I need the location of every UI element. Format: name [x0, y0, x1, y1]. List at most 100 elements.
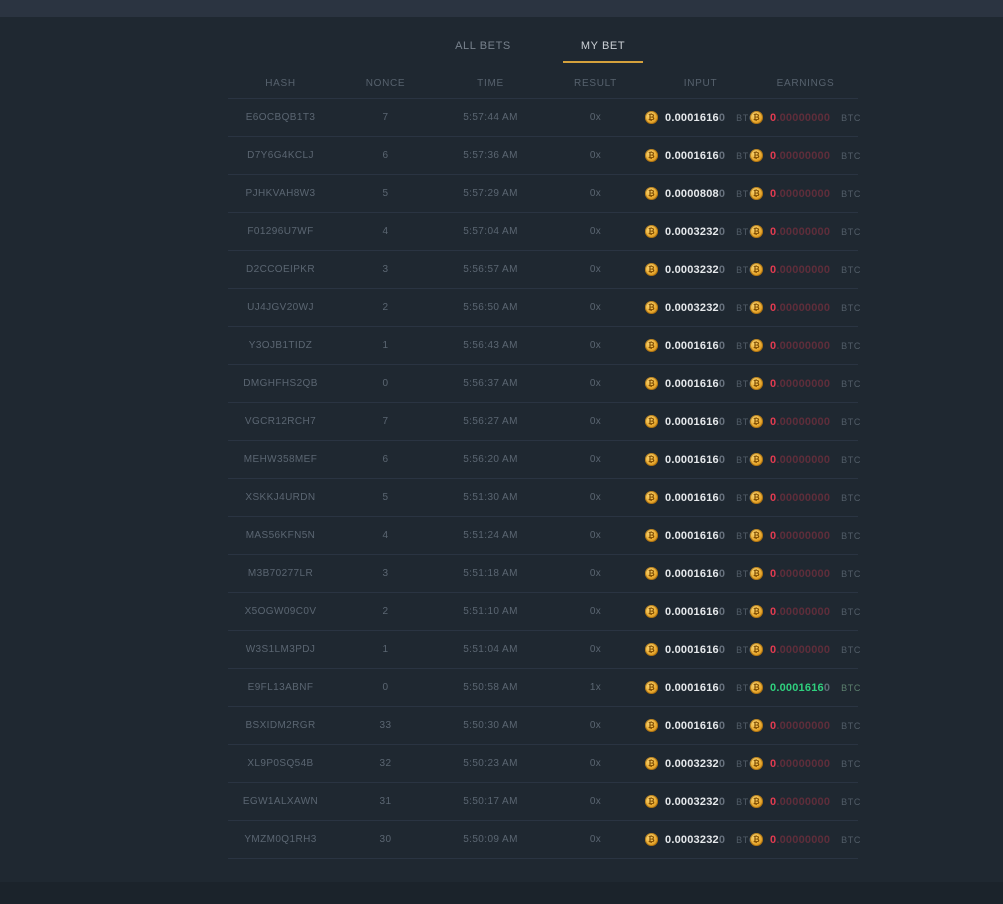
- bet-hash[interactable]: D7Y6G4KCLJ: [228, 150, 333, 161]
- bet-hash[interactable]: DMGHFHS2QB: [228, 378, 333, 389]
- bet-hash[interactable]: Y3OJB1TIDZ: [228, 340, 333, 351]
- bet-input-amount: 0.00032320: [665, 834, 725, 846]
- tab-my-bet[interactable]: MY BET: [563, 34, 643, 63]
- bet-nonce: 7: [333, 416, 438, 427]
- bet-earnings: ₿ 0.00000000 BTC: [753, 719, 858, 732]
- currency-label: BTC: [841, 835, 861, 845]
- bet-input: ₿ 0.00016160 BTC: [648, 453, 753, 466]
- bet-input-amount: 0.00032320: [665, 302, 725, 314]
- bet-earnings-amount: 0.00000000: [770, 606, 830, 618]
- btc-coin-icon: ₿: [645, 453, 658, 466]
- tab-all-bets[interactable]: ALL BETS: [443, 34, 523, 63]
- bet-hash[interactable]: MEHW358MEF: [228, 454, 333, 465]
- bet-earnings-amount: 0.00000000: [770, 150, 830, 162]
- bet-earnings: ₿ 0.00000000 BTC: [753, 111, 858, 124]
- bet-hash[interactable]: PJHKVAH8W3: [228, 188, 333, 199]
- btc-coin-icon: ₿: [645, 225, 658, 238]
- bet-earnings-amount: 0.00000000: [770, 568, 830, 580]
- bet-earnings-amount-trailing: .00000000: [776, 416, 830, 428]
- bet-input: ₿ 0.00008080 BTC: [648, 187, 753, 200]
- bet-nonce: 31: [333, 796, 438, 807]
- bets-tabs: ALL BETS MY BET: [228, 34, 858, 63]
- bet-nonce: 7: [333, 112, 438, 123]
- bet-hash[interactable]: M3B70277LR: [228, 568, 333, 579]
- bet-input-amount-main: 0.0003232: [665, 758, 719, 770]
- bet-earnings-amount: 0.00000000: [770, 454, 830, 466]
- bet-hash[interactable]: E9FL13ABNF: [228, 682, 333, 693]
- btc-coin-icon: ₿: [645, 833, 658, 846]
- bet-row: D2CCOEIPKR 3 5:56:57 AM 0x ₿ 0.00032320 …: [228, 250, 858, 288]
- bet-time: 5:57:44 AM: [438, 112, 543, 123]
- bet-input: ₿ 0.00032320 BTC: [648, 795, 753, 808]
- bet-input-amount-trailing: 0: [719, 606, 725, 618]
- bet-input-amount-main: 0.0001616: [665, 416, 719, 428]
- btc-coin-icon: ₿: [750, 415, 763, 428]
- bet-earnings-amount-trailing: .00000000: [776, 606, 830, 618]
- bet-hash[interactable]: UJ4JGV20WJ: [228, 302, 333, 313]
- bet-hash[interactable]: D2CCOEIPKR: [228, 264, 333, 275]
- currency-label: BTC: [841, 645, 861, 655]
- bet-time: 5:57:36 AM: [438, 150, 543, 161]
- currency-label: BTC: [841, 569, 861, 579]
- bet-row: MEHW358MEF 6 5:56:20 AM 0x ₿ 0.00016160 …: [228, 440, 858, 478]
- bet-nonce: 5: [333, 492, 438, 503]
- bet-earnings-amount: 0.00000000: [770, 188, 830, 200]
- bet-row: E6OCBQB1T3 7 5:57:44 AM 0x ₿ 0.00016160 …: [228, 98, 858, 136]
- bet-earnings: ₿ 0.00000000 BTC: [753, 605, 858, 618]
- bets-table-body: E6OCBQB1T3 7 5:57:44 AM 0x ₿ 0.00016160 …: [228, 98, 858, 859]
- bet-hash[interactable]: W3S1LM3PDJ: [228, 644, 333, 655]
- bet-result: 0x: [543, 416, 648, 427]
- bet-hash[interactable]: YMZM0Q1RH3: [228, 834, 333, 845]
- bet-earnings-amount-trailing: .00000000: [776, 758, 830, 770]
- bet-input-amount-trailing: 0: [719, 682, 725, 694]
- bet-time: 5:50:09 AM: [438, 834, 543, 845]
- bet-nonce: 3: [333, 568, 438, 579]
- bet-earnings: ₿ 0.00000000 BTC: [753, 833, 858, 846]
- bet-input: ₿ 0.00016160 BTC: [648, 567, 753, 580]
- bet-input-amount-trailing: 0: [719, 302, 725, 314]
- bet-earnings-amount-trailing: 0: [824, 682, 830, 694]
- btc-coin-icon: ₿: [750, 187, 763, 200]
- bet-input: ₿ 0.00016160 BTC: [648, 529, 753, 542]
- bet-input: ₿ 0.00032320 BTC: [648, 263, 753, 276]
- bet-time: 5:51:18 AM: [438, 568, 543, 579]
- bet-row: PJHKVAH8W3 5 5:57:29 AM 0x ₿ 0.00008080 …: [228, 174, 858, 212]
- bet-row: M3B70277LR 3 5:51:18 AM 0x ₿ 0.00016160 …: [228, 554, 858, 592]
- bet-hash[interactable]: BSXIDM2RGR: [228, 720, 333, 731]
- currency-label: BTC: [841, 303, 861, 313]
- bet-time: 5:57:29 AM: [438, 188, 543, 199]
- bet-hash[interactable]: X5OGW09C0V: [228, 606, 333, 617]
- bet-nonce: 1: [333, 340, 438, 351]
- bet-hash[interactable]: F01296U7WF: [228, 226, 333, 237]
- bet-hash[interactable]: MAS56KFN5N: [228, 530, 333, 541]
- bet-hash[interactable]: XSKKJ4URDN: [228, 492, 333, 503]
- bet-hash[interactable]: EGW1ALXAWN: [228, 796, 333, 807]
- btc-coin-icon: ₿: [750, 301, 763, 314]
- bet-earnings: ₿ 0.00000000 BTC: [753, 643, 858, 656]
- bet-input-amount-trailing: 0: [719, 150, 725, 162]
- bet-hash[interactable]: VGCR12RCH7: [228, 416, 333, 427]
- bet-input: ₿ 0.00032320 BTC: [648, 757, 753, 770]
- bet-input-amount: 0.00016160: [665, 150, 725, 162]
- bet-hash[interactable]: XL9P0SQ54B: [228, 758, 333, 769]
- currency-label: BTC: [841, 721, 861, 731]
- btc-coin-icon: ₿: [645, 301, 658, 314]
- bet-hash[interactable]: E6OCBQB1T3: [228, 112, 333, 123]
- btc-coin-icon: ₿: [645, 795, 658, 808]
- bet-nonce: 6: [333, 150, 438, 161]
- btc-coin-icon: ₿: [750, 377, 763, 390]
- bet-input-amount-main: 0.0003232: [665, 226, 719, 238]
- btc-coin-icon: ₿: [645, 605, 658, 618]
- currency-label: BTC: [841, 531, 861, 541]
- bet-row: YMZM0Q1RH3 30 5:50:09 AM 0x ₿ 0.00032320…: [228, 820, 858, 858]
- bet-time: 5:50:17 AM: [438, 796, 543, 807]
- bet-input-amount-main: 0.0003232: [665, 796, 719, 808]
- bet-earnings-amount: 0.00000000: [770, 226, 830, 238]
- bet-time: 5:56:50 AM: [438, 302, 543, 313]
- btc-coin-icon: ₿: [645, 415, 658, 428]
- btc-coin-icon: ₿: [750, 567, 763, 580]
- bet-earnings-amount: 0.00000000: [770, 302, 830, 314]
- bet-time: 5:51:30 AM: [438, 492, 543, 503]
- btc-coin-icon: ₿: [750, 795, 763, 808]
- bet-input-amount: 0.00032320: [665, 226, 725, 238]
